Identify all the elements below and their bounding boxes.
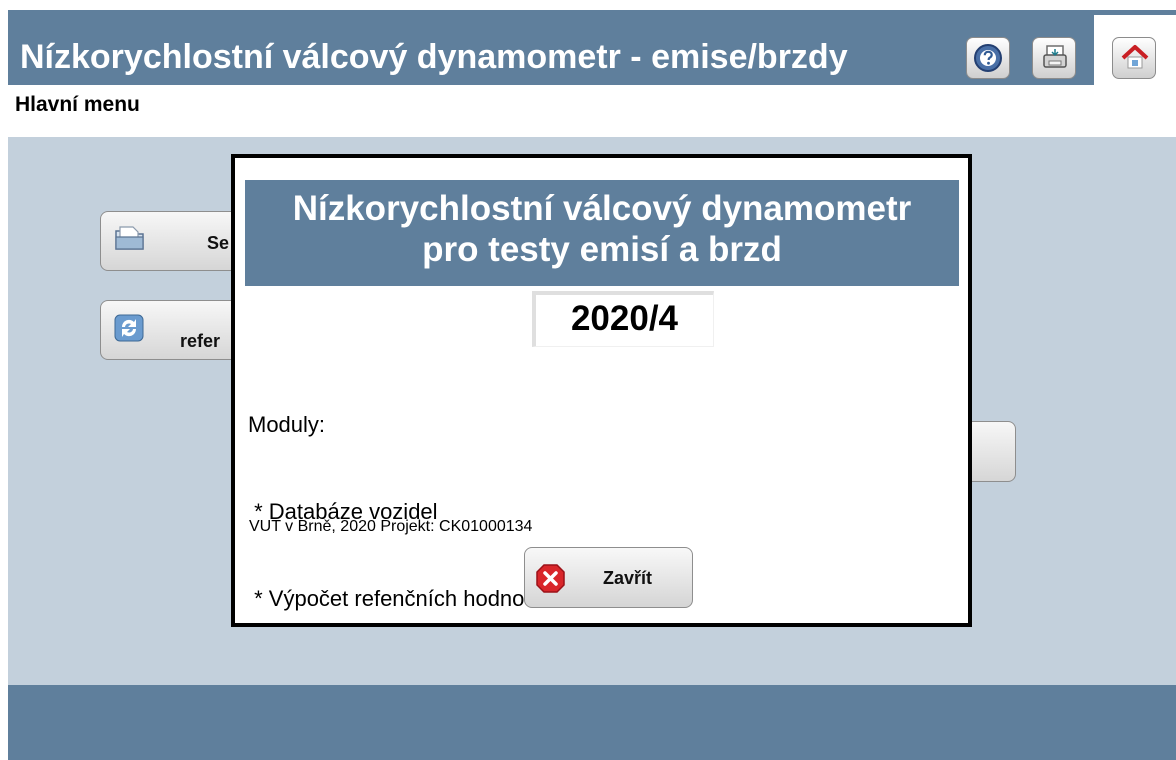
home-button[interactable]: [1112, 37, 1156, 79]
help-icon: [974, 44, 1002, 72]
about-dialog-title-line-2: pro testy emisí a brzd: [422, 230, 782, 269]
close-button[interactable]: Zavřít: [524, 547, 693, 608]
close-button-label: Zavřít: [603, 568, 653, 588]
print-icon: [1043, 45, 1067, 68]
about-dialog: Nízkorychlostní válcový dynamometr pro t…: [231, 154, 972, 627]
subheader-bar: Hlavní menu: [8, 85, 1176, 137]
about-dialog-title: Nízkorychlostní válcový dynamometr pro t…: [245, 180, 959, 286]
version-display: 2020/4: [532, 291, 714, 347]
about-dialog-title-line-1: Nízkorychlostní válcový dynamometr: [292, 189, 912, 228]
main-menu-label: Hlavní menu: [15, 93, 140, 116]
print-button[interactable]: [1032, 37, 1076, 79]
modules-heading: Moduly:: [248, 412, 326, 437]
home-icon: [1121, 45, 1149, 69]
folder-icon: [113, 224, 147, 257]
module-item: * Výpočet refenčních hodnot: [248, 586, 531, 611]
background-menu-button-1-label: Se: [207, 233, 230, 253]
modules-section: Moduly: * Databáze vozidel * Výpočet ref…: [248, 352, 531, 671]
help-button[interactable]: [966, 37, 1010, 79]
background-menu-button-2-label: refer: [180, 331, 221, 351]
app-title: Nízkorychlostní válcový dynamometr - emi…: [20, 38, 848, 76]
project-footer: VUT v Brně, 2020 Projekt: CK01000134: [249, 518, 533, 535]
refresh-icon: [113, 313, 145, 348]
close-icon: [535, 563, 566, 597]
